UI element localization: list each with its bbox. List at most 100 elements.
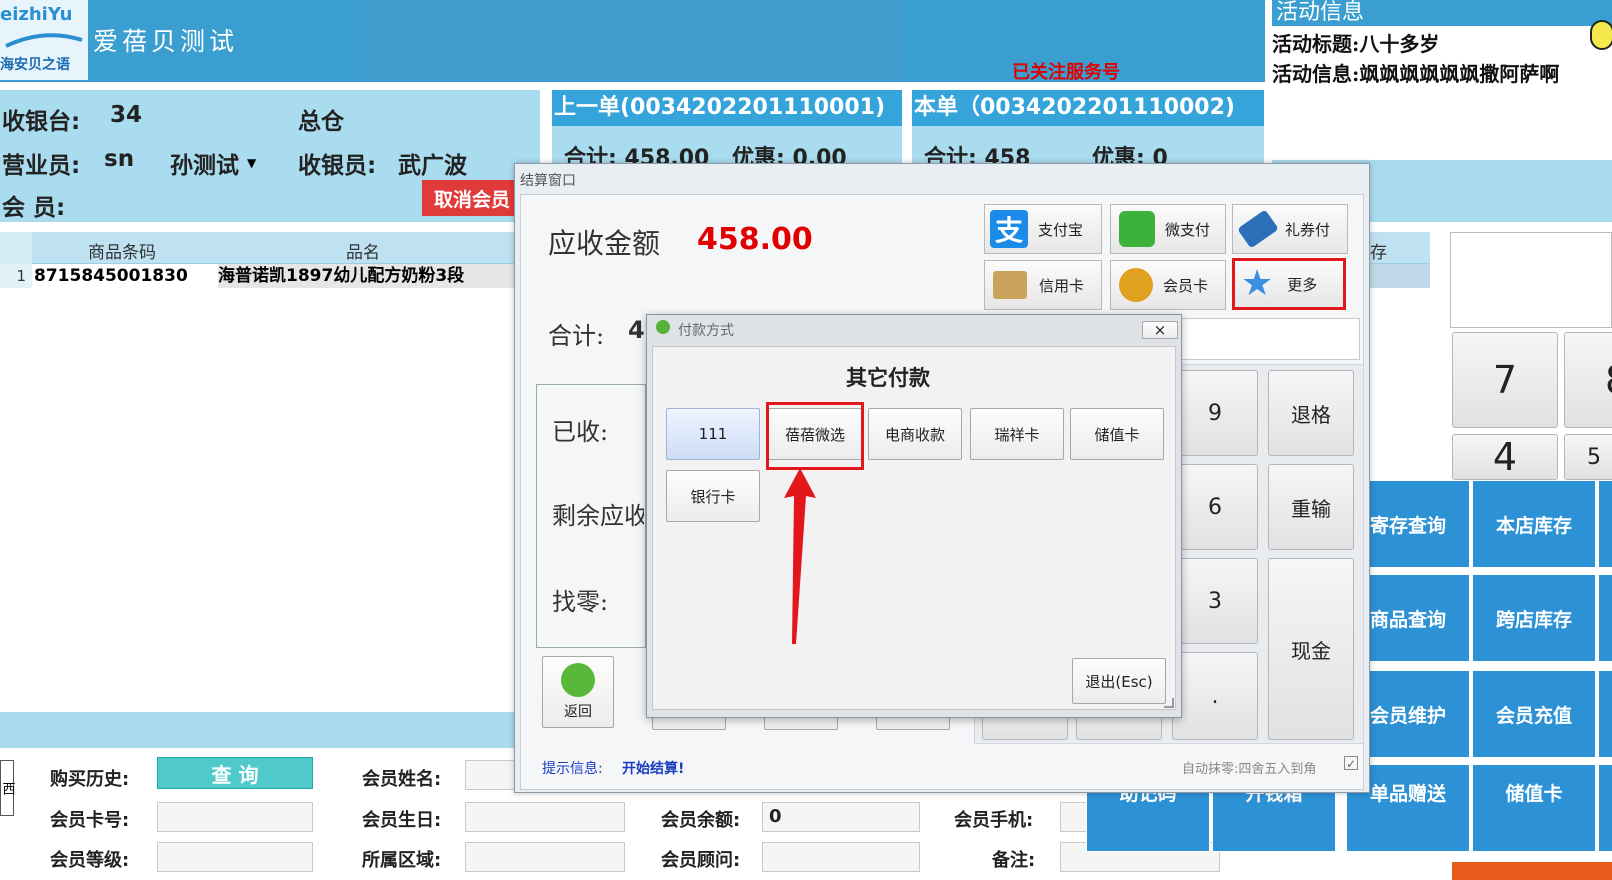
col-barcode[interactable]: 商品条码 [88, 238, 156, 263]
logo-text: eizhiYu [0, 4, 73, 25]
member-level-label: 会员等级: [50, 850, 130, 871]
member-birthday-label: 会员生日: [362, 810, 442, 831]
due-label: 应收金额 [548, 227, 661, 260]
member-card-field[interactable] [157, 802, 313, 832]
method-111-button[interactable]: 111 [666, 408, 760, 460]
logo-subtitle: 海安贝之语 [0, 57, 70, 73]
sales-person-name: 孙测试 [170, 153, 239, 179]
wechat-icon [1119, 211, 1155, 247]
activity-heading: 活动信息 [1272, 0, 1612, 26]
key-reenter[interactable]: 重输 [1268, 464, 1354, 550]
member-label: 会 员: [2, 195, 66, 221]
tile-member-recharge[interactable]: 会员充值 [1472, 670, 1596, 758]
logo-swoosh-icon [5, 33, 83, 48]
side-tab[interactable]: 西 [0, 760, 15, 816]
alipay-button[interactable]: 支 支付宝 [984, 204, 1102, 254]
cashier-number: 34 [110, 102, 143, 128]
back-button[interactable]: 返回 [542, 656, 614, 728]
rounding-label: 自动抹零:四舍五入到角 [1182, 762, 1317, 777]
more-pay-label: 更多 [1287, 275, 1318, 294]
sum-input[interactable] [1180, 318, 1360, 360]
more-pay-button[interactable]: ★ 更多 [1232, 258, 1346, 310]
row-name: 海普诺凯1897幼儿配方奶粉3段 [218, 264, 518, 288]
member-birthday-field[interactable] [465, 802, 625, 832]
resize-grip-icon[interactable] [1164, 698, 1174, 708]
key-backspace[interactable]: 退格 [1268, 370, 1354, 456]
sales-person-dropdown[interactable]: 孙测试 ▼ [170, 146, 256, 180]
key-3[interactable]: 3 [1172, 558, 1258, 644]
member-area-label: 所属区域: [362, 850, 442, 871]
remaining-label: 剩余应收 [552, 502, 644, 530]
popup-close-button[interactable]: × [1142, 321, 1178, 339]
key-dot[interactable]: . [1172, 652, 1258, 740]
notice-icon[interactable] [1590, 20, 1612, 50]
popup-title: 付款方式 [678, 323, 734, 339]
row-number: 1 [0, 264, 32, 288]
popup-heading: 其它付款 [846, 366, 930, 390]
member-level-field[interactable] [157, 842, 313, 872]
keypad-4[interactable]: 4 [1452, 434, 1558, 480]
col-stock[interactable]: 存 [1370, 238, 1387, 263]
keypad-7[interactable]: 7 [1452, 332, 1558, 428]
tile-edge-2[interactable] [1598, 574, 1612, 662]
cashier-person-label: 收银员: [298, 153, 377, 179]
sum-label: 合计: [548, 322, 605, 350]
coins-icon [1119, 268, 1153, 302]
chevron-down-icon: ▼ [247, 156, 257, 170]
tile-stored-value-card[interactable]: 储值卡 [1472, 764, 1596, 852]
popup-app-icon [656, 320, 670, 334]
cashier-label: 收银台: [2, 109, 81, 135]
member-card-pay-button[interactable]: 会员卡 [1110, 260, 1226, 310]
tile-edge-3[interactable] [1598, 670, 1612, 758]
member-area-field[interactable] [465, 842, 625, 872]
cancel-member-button[interactable]: 取消会员 [422, 180, 522, 216]
col-name[interactable]: 品名 [346, 238, 380, 263]
rounding-checkbox[interactable]: ✓ [1344, 756, 1358, 771]
history-query-button[interactable]: 查 询 [157, 757, 313, 789]
annotation-arrow-icon [784, 468, 816, 644]
warehouse: 总仓 [298, 109, 344, 135]
key-9[interactable]: 9 [1172, 370, 1258, 456]
popup-exit-button[interactable]: 退出(Esc) [1072, 658, 1166, 704]
wechat-pay-button[interactable]: 微支付 [1110, 204, 1226, 254]
method-bank-card-button[interactable]: 银行卡 [666, 470, 760, 522]
bottom-orange-bar [1452, 862, 1612, 880]
settle-window-title: 结算窗口 [520, 173, 576, 189]
method-ecommerce-button[interactable]: 电商收款 [868, 408, 962, 460]
tile-store-stock[interactable]: 本店库存 [1472, 480, 1596, 568]
keypad-5[interactable]: 5 [1564, 434, 1612, 480]
sales-code: sn [104, 146, 135, 172]
voucher-icon [1237, 209, 1279, 249]
keypad-8[interactable]: 8 [1564, 332, 1612, 428]
received-label: 已收: [552, 418, 609, 446]
activity-info: 活动信息:飒飒飒飒飒飒撒阿萨啊 [1272, 62, 1560, 86]
history-label: 购买历史: [50, 769, 130, 790]
popup-body [652, 346, 1176, 710]
prev-order-heading: 上一单(0034202201110001) [552, 90, 902, 126]
method-stored-value-button[interactable]: 储值卡 [1070, 408, 1164, 460]
grid-corner [0, 232, 32, 264]
tile-edge-1[interactable] [1598, 480, 1612, 568]
member-balance-field[interactable]: 0 [762, 802, 920, 832]
key-cash[interactable]: 现金 [1268, 558, 1354, 740]
key-6[interactable]: 6 [1172, 464, 1258, 550]
tile-edge-4[interactable] [1598, 764, 1612, 852]
wechat-label: 微支付 [1165, 220, 1211, 239]
member-advisor-field[interactable] [762, 842, 920, 872]
grid-footer [0, 712, 530, 748]
method-ruixiang-button[interactable]: 瑞祥卡 [970, 408, 1064, 460]
highlight-box [766, 402, 864, 470]
credit-card-label: 信用卡 [1039, 276, 1085, 295]
voucher-label: 礼券付 [1285, 220, 1331, 239]
change-label: 找零: [552, 588, 609, 616]
credit-card-button[interactable]: 信用卡 [984, 260, 1102, 310]
top-header-mid [365, 0, 905, 82]
member-name-label: 会员姓名: [362, 769, 442, 790]
member-balance-label: 会员余额: [661, 810, 741, 831]
app-logo: eizhiYu 海安贝之语 [0, 0, 88, 80]
voucher-pay-button[interactable]: 礼券付 [1232, 204, 1348, 254]
folder-upload-icon [993, 271, 1027, 299]
activity-title: 活动标题:八十多岁 [1272, 32, 1440, 56]
member-phone-label: 会员手机: [954, 810, 1034, 831]
tile-cross-store-stock[interactable]: 跨店库存 [1472, 574, 1596, 662]
